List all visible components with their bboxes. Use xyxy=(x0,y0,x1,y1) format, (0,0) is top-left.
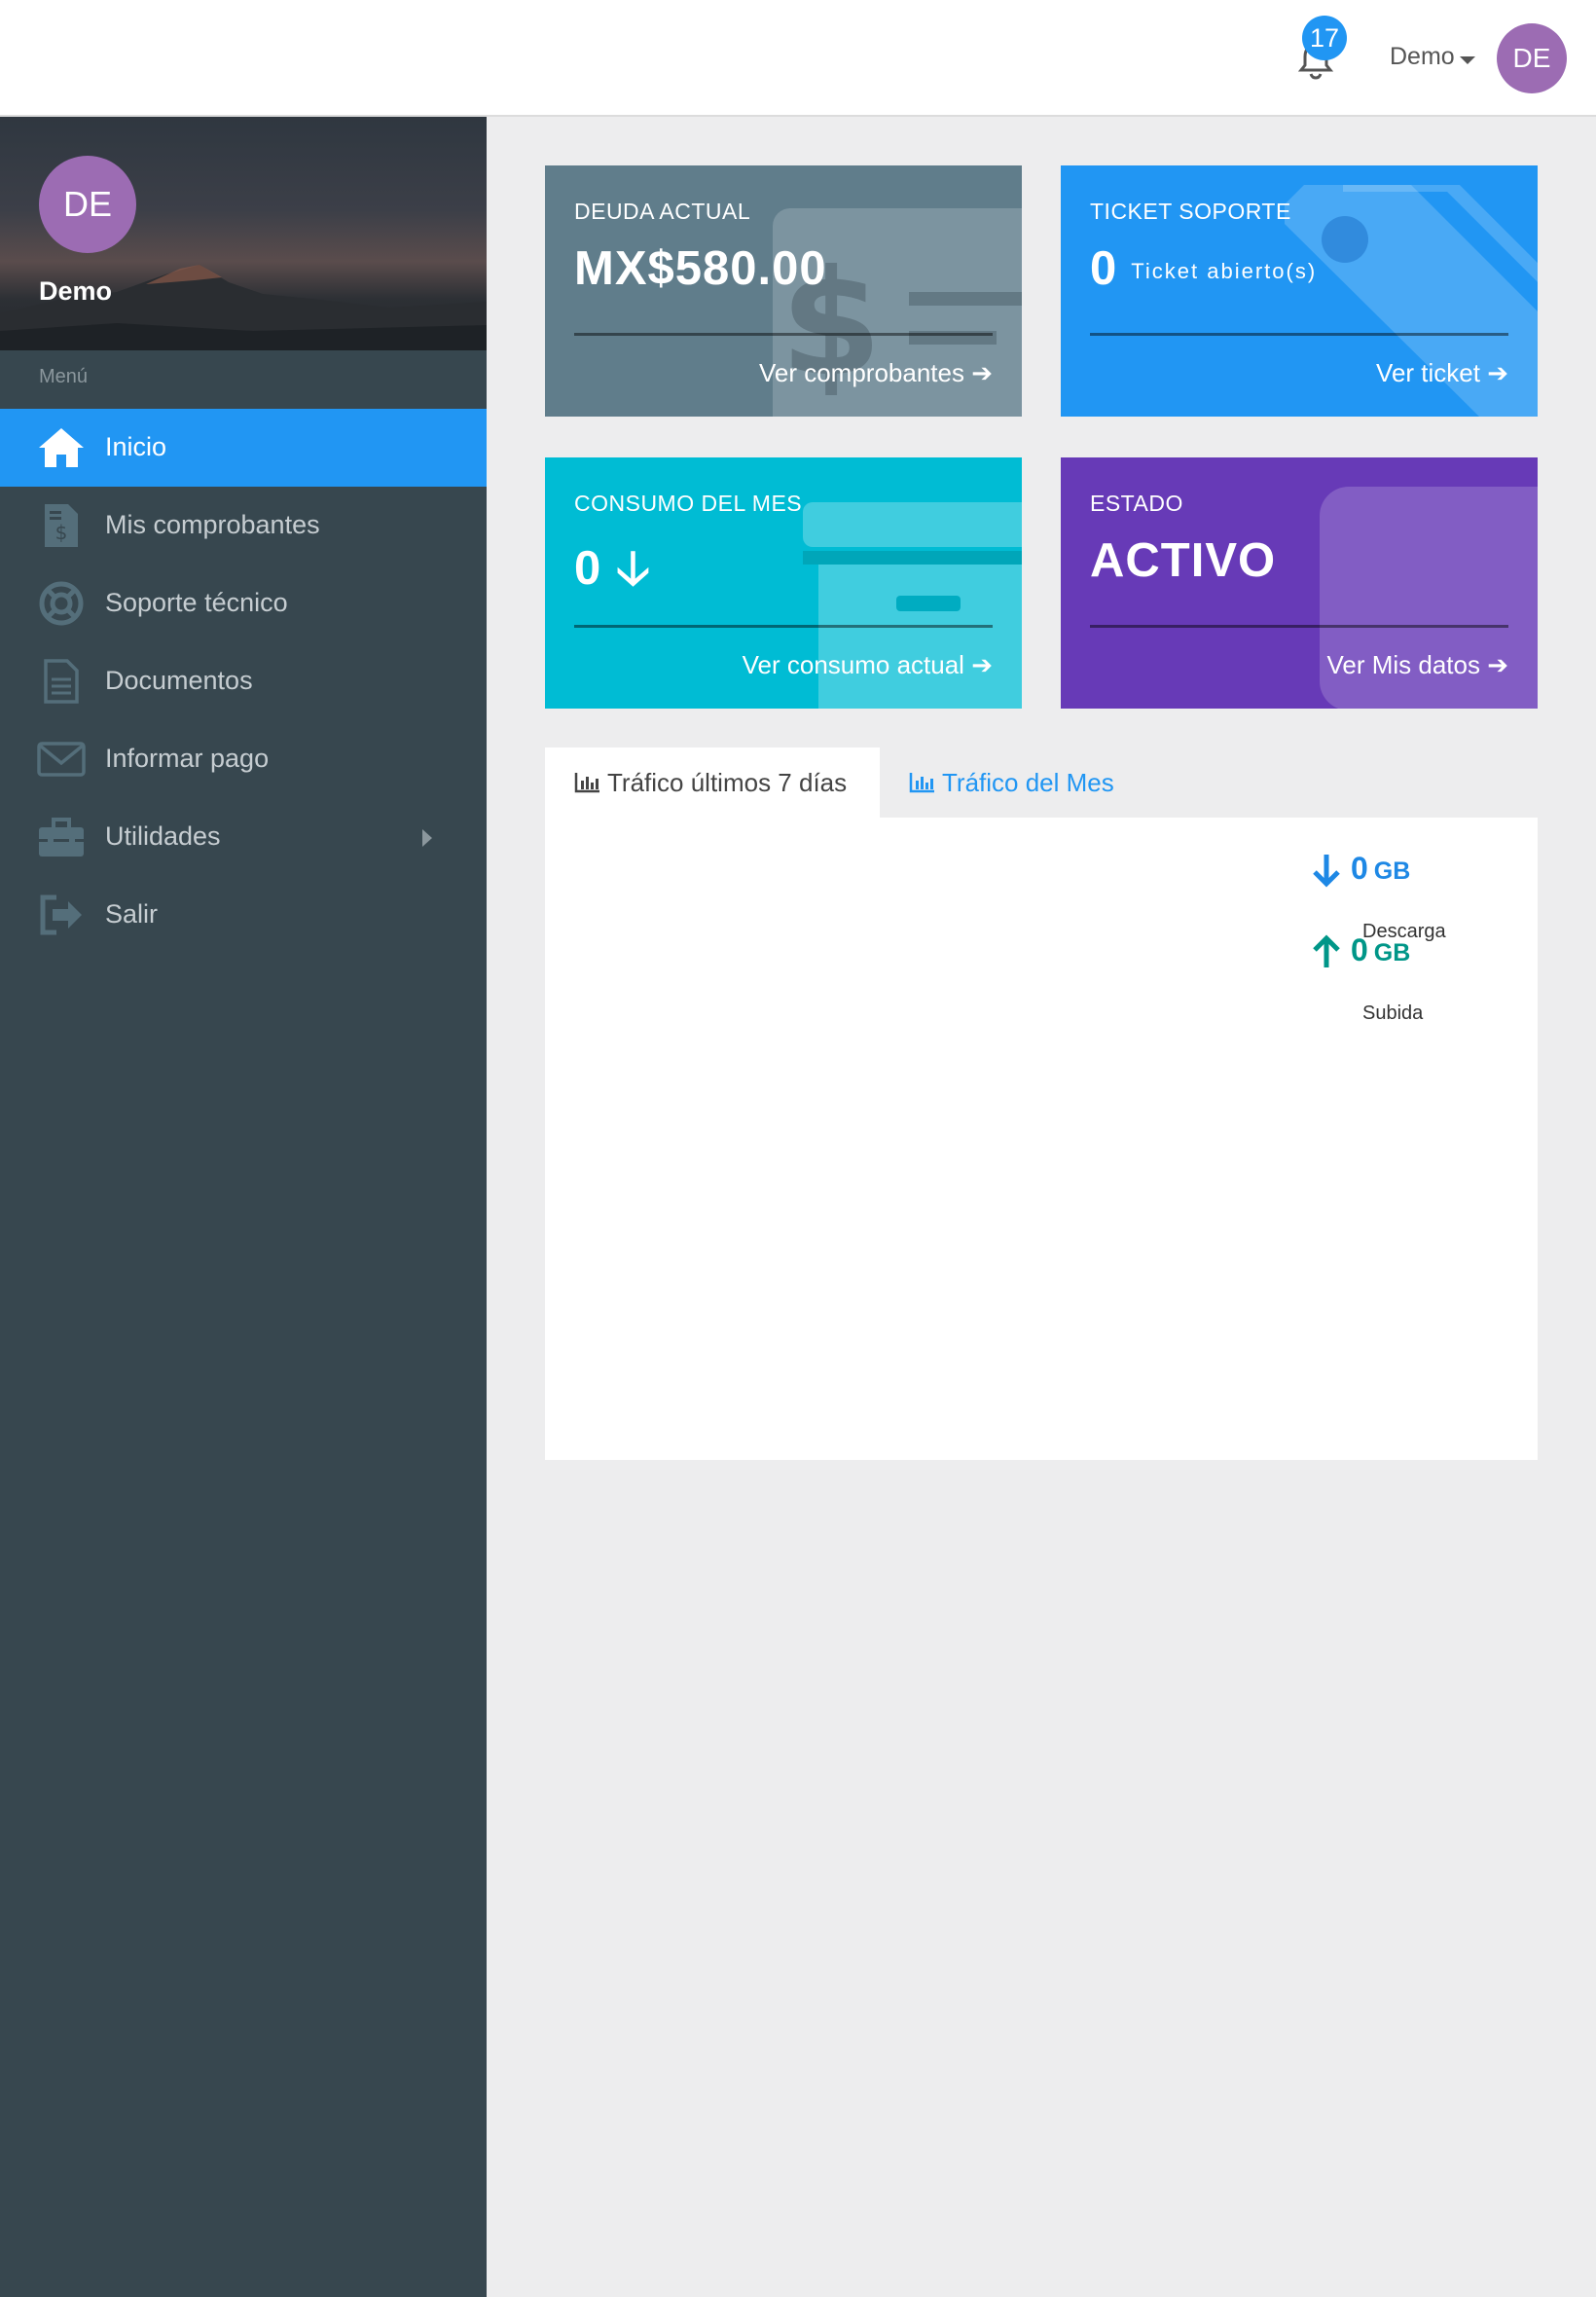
envelope-icon xyxy=(37,736,86,783)
card-link-ver-ticket[interactable]: Ver ticket ➔ xyxy=(1376,358,1508,388)
download-value: 0 xyxy=(1351,851,1368,886)
card-value: MX$580.00 xyxy=(574,242,827,295)
upload-value: 0 xyxy=(1351,932,1368,967)
chevron-right-icon xyxy=(422,829,432,847)
arrow-right-icon: ➔ xyxy=(1487,650,1508,679)
arrow-up-icon xyxy=(1313,934,1340,967)
chevron-down-icon[interactable] xyxy=(1460,56,1475,64)
arrow-down-icon: 🡣 xyxy=(615,542,652,595)
card-link-ver-mis-datos[interactable]: Ver Mis datos ➔ xyxy=(1326,650,1508,680)
sidebar-item-label: Salir xyxy=(105,899,159,929)
card-consumo-del-mes: CONSUMO DEL MES 0 🡣 Ver consumo actual ➔ xyxy=(545,457,1022,709)
card-title: DEUDA ACTUAL xyxy=(574,199,751,224)
card-title: TICKET SOPORTE xyxy=(1090,199,1291,224)
sidebar-item-label: Mis comprobantes xyxy=(105,510,320,539)
svg-text:$: $ xyxy=(55,521,68,544)
tab-label: Tráfico del Mes xyxy=(942,767,1114,797)
toolbox-icon xyxy=(37,814,86,860)
card-divider xyxy=(574,333,993,336)
card-link-label: Ver ticket xyxy=(1376,358,1480,387)
card-value-number: 0 xyxy=(1090,242,1118,295)
tab-trafico-del-mes[interactable]: Tráfico del Mes xyxy=(880,747,1162,818)
traffic-panel: 0 GB Descarga 0 GB Subida xyxy=(545,818,1538,1460)
card-link-ver-consumo-actual[interactable]: Ver consumo actual ➔ xyxy=(743,650,993,680)
sidebar-item-inicio[interactable]: Inicio xyxy=(0,409,487,487)
sidebar-item-soporte-tecnico[interactable]: Soporte técnico xyxy=(0,565,487,642)
sidebar-item-informar-pago[interactable]: Informar pago xyxy=(0,720,487,798)
bar-chart-icon xyxy=(574,773,599,793)
invoice-icon: $ xyxy=(37,502,86,549)
download-unit: GB xyxy=(1373,857,1411,885)
home-icon xyxy=(37,424,86,471)
tab-trafico-7-dias[interactable]: Tráfico últimos 7 días xyxy=(545,747,880,818)
bar-chart-icon xyxy=(909,773,934,793)
document-icon xyxy=(37,658,86,705)
sidebar-avatar[interactable]: DE xyxy=(39,156,136,253)
card-deuda-actual: $ DEUDA ACTUAL MX$580.00 Ver comprobante… xyxy=(545,165,1022,417)
card-divider xyxy=(1090,333,1508,336)
sidebar-item-label: Utilidades xyxy=(105,821,221,851)
sidebar-item-salir[interactable]: Salir xyxy=(0,876,487,954)
card-ticket-soporte: TICKET SOPORTE 0 Ticket abierto(s) Ver ti… xyxy=(1061,165,1538,417)
card-value-sub: Ticket abierto(s) xyxy=(1131,259,1318,284)
card-link-label: Ver consumo actual xyxy=(742,650,964,679)
sidebar-item-label: Inicio xyxy=(105,432,167,461)
notification-badge[interactable]: 17 xyxy=(1302,16,1347,60)
card-divider xyxy=(1090,625,1508,628)
sidebar-item-documentos[interactable]: Documentos xyxy=(0,642,487,720)
sidebar-item-label: Soporte técnico xyxy=(105,588,288,617)
arrow-right-icon: ➔ xyxy=(971,358,993,387)
arrow-right-icon: ➔ xyxy=(971,650,993,679)
upload-label: Subida xyxy=(1362,1003,1424,1024)
card-title: CONSUMO DEL MES xyxy=(574,491,803,516)
card-divider xyxy=(574,625,993,628)
sign-out-icon xyxy=(37,892,86,938)
card-link-ver-comprobantes[interactable]: Ver comprobantes ➔ xyxy=(759,358,993,388)
tab-label: Tráfico últimos 7 días xyxy=(607,767,848,797)
card-title: ESTADO xyxy=(1090,491,1183,516)
sidebar-profile: DE Demo xyxy=(0,117,487,350)
card-value: ACTIVO xyxy=(1090,534,1277,587)
user-menu-name[interactable]: Demo xyxy=(1390,43,1455,71)
card-estado: ESTADO ACTIVO Ver Mis datos ➔ xyxy=(1061,457,1538,709)
sidebar-item-utilidades[interactable]: Utilidades xyxy=(0,798,487,876)
card-link-label: Ver Mis datos xyxy=(1326,650,1480,679)
sidebar-item-label: Documentos xyxy=(105,666,253,695)
sidebar-item-mis-comprobantes[interactable]: $ Mis comprobantes xyxy=(0,487,487,565)
menu-title: Menú xyxy=(39,366,89,387)
sidebar: DE Demo Menú Inicio $ Mis comprobantes S… xyxy=(0,117,487,2297)
card-value: 0 🡣 xyxy=(574,533,651,614)
upload-unit: GB xyxy=(1373,939,1411,966)
avatar[interactable]: DE xyxy=(1497,23,1567,93)
arrow-down-icon xyxy=(1313,855,1340,888)
card-link-label: Ver comprobantes xyxy=(758,358,964,387)
card-value-number: 0 xyxy=(574,542,602,595)
arrow-right-icon: ➔ xyxy=(1487,358,1508,387)
lifebuoy-icon xyxy=(37,580,86,627)
top-bar: 17 Demo DE xyxy=(0,0,1596,117)
card-value: 0 Ticket abierto(s) xyxy=(1090,241,1317,296)
sidebar-user-name: Demo xyxy=(39,276,113,306)
sidebar-item-label: Informar pago xyxy=(105,744,270,773)
